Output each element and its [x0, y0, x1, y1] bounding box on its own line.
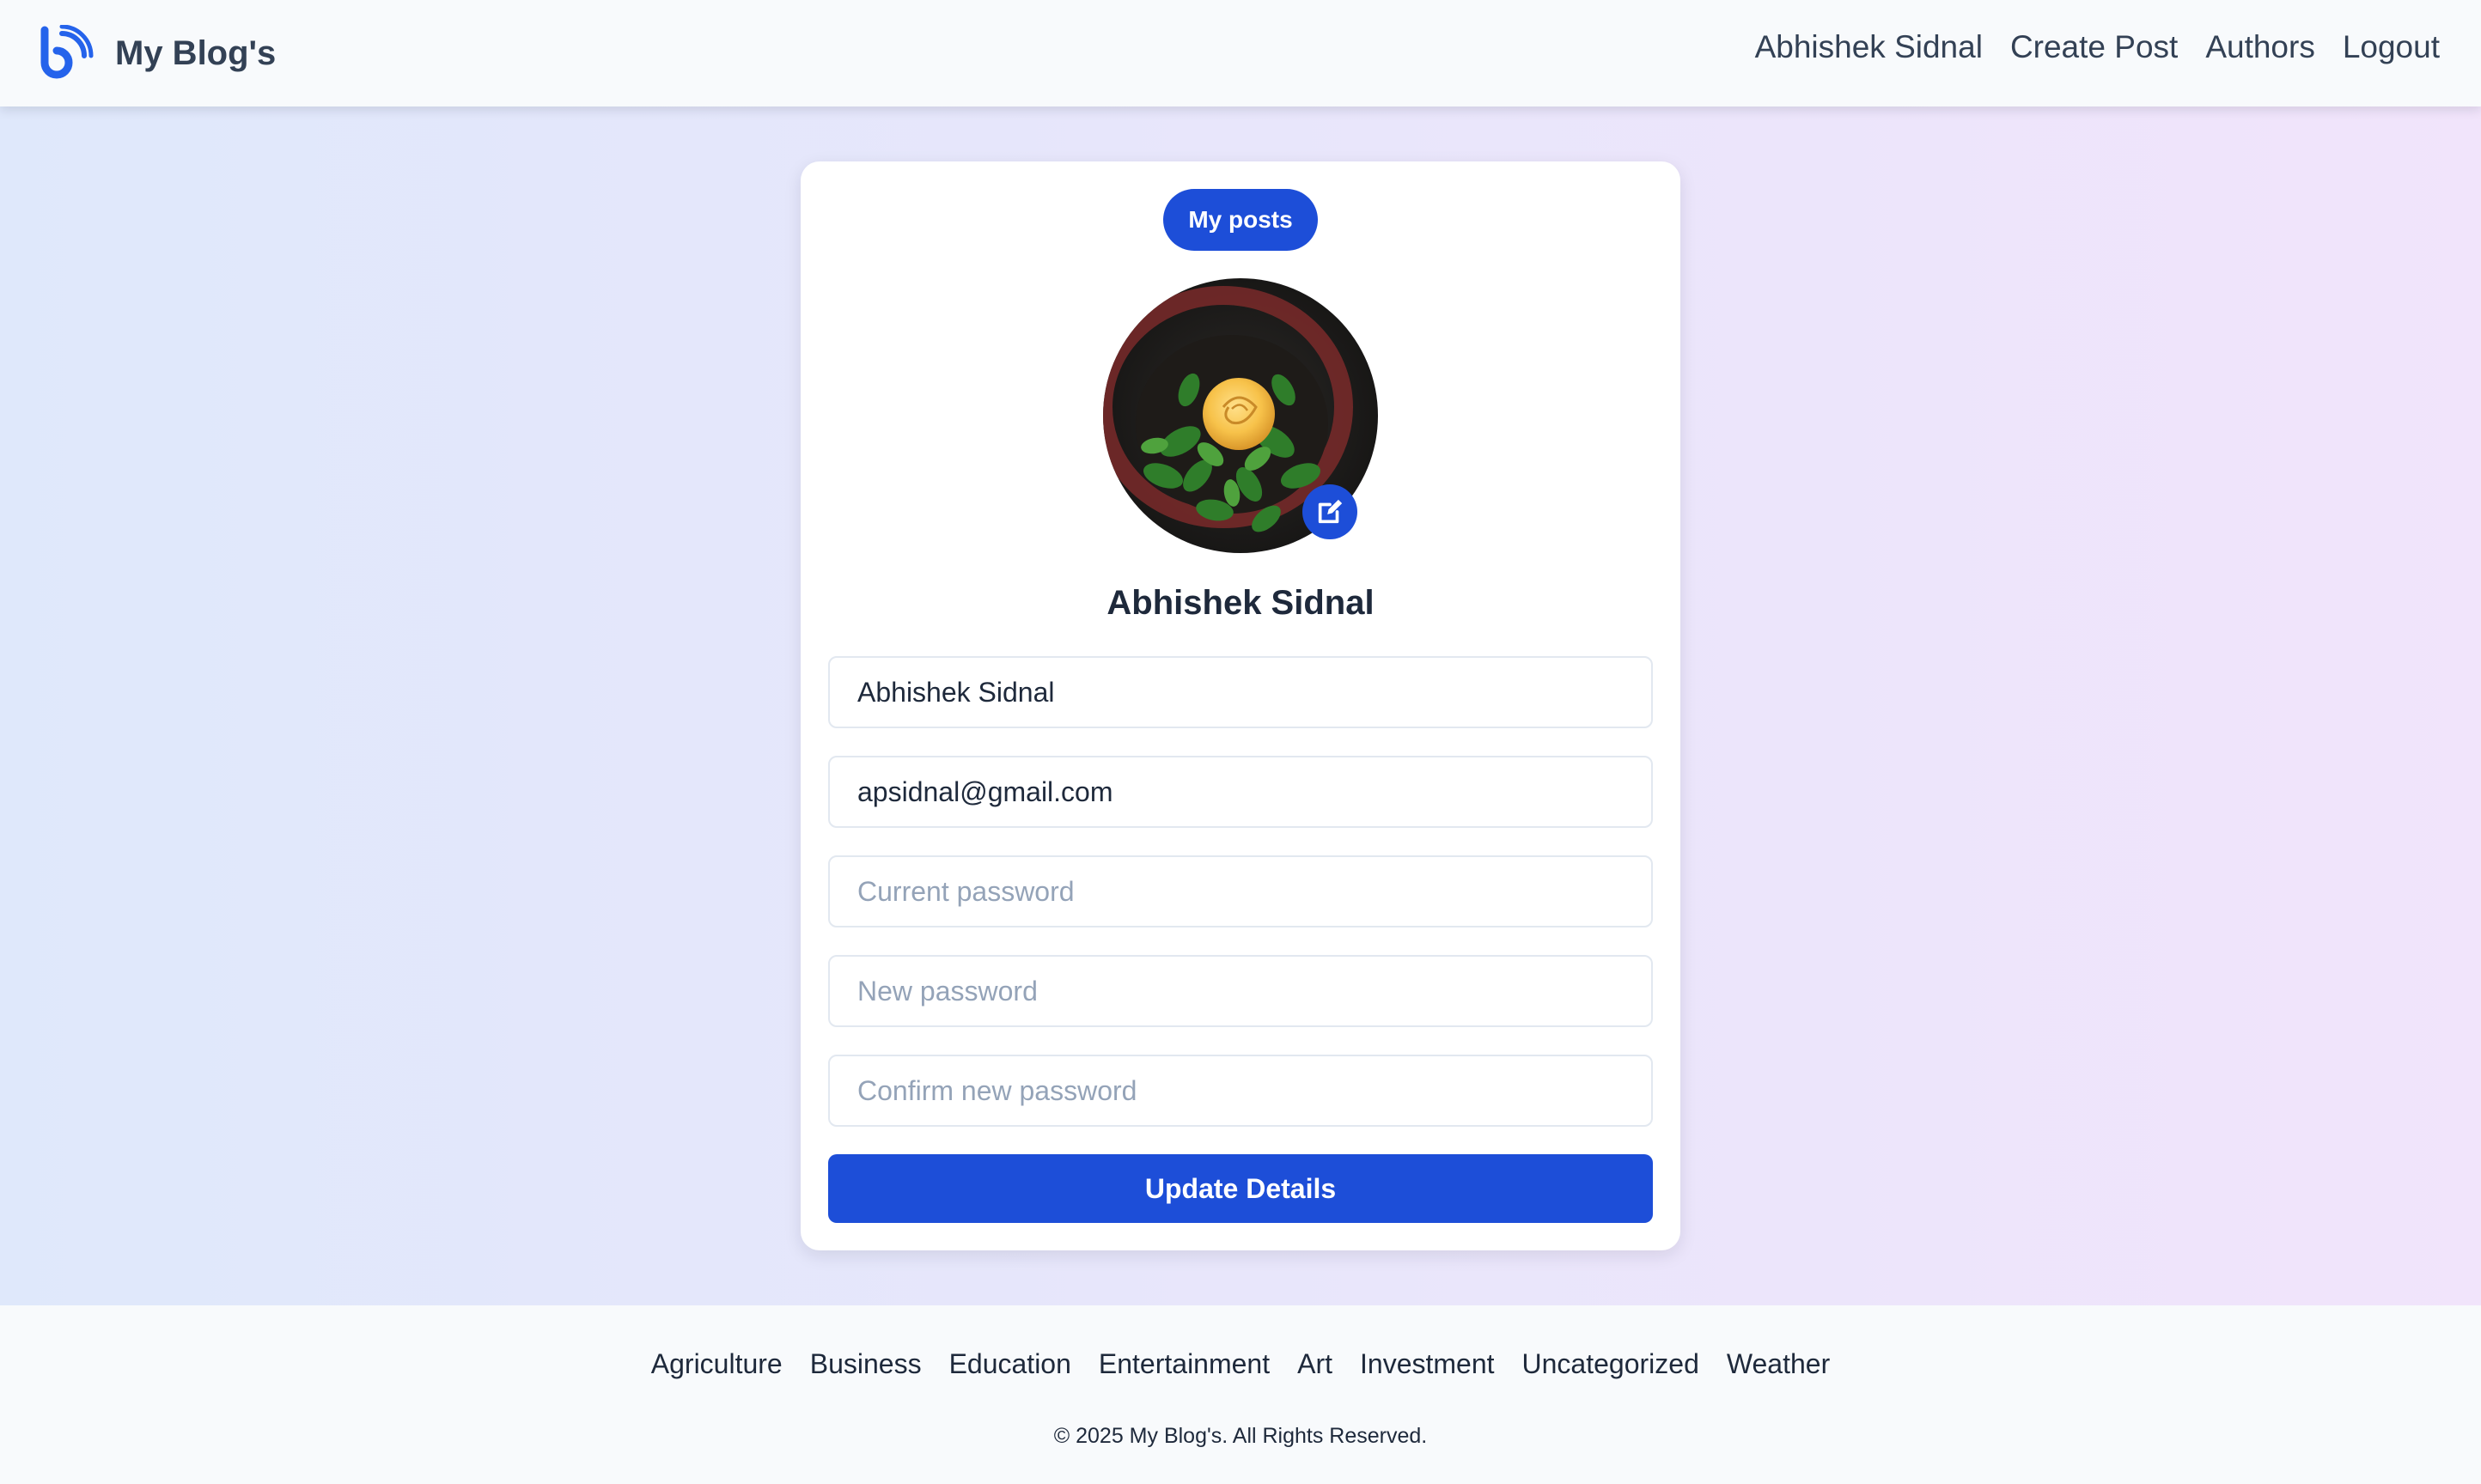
category-art[interactable]: Art [1297, 1348, 1332, 1380]
category-entertainment[interactable]: Entertainment [1099, 1348, 1270, 1380]
nav-create-post-link[interactable]: Create Post [2010, 29, 2178, 65]
site-footer: Agriculture Business Education Entertain… [0, 1305, 2481, 1484]
blog-logo-icon [40, 25, 94, 79]
category-weather[interactable]: Weather [1727, 1348, 1830, 1380]
nav-profile-link[interactable]: Abhishek Sidnal [1755, 29, 1983, 65]
category-agriculture[interactable]: Agriculture [651, 1348, 783, 1380]
current-password-field[interactable] [828, 855, 1653, 928]
new-password-field[interactable] [828, 955, 1653, 1027]
name-field[interactable] [828, 656, 1653, 728]
edit-avatar-button[interactable] [1302, 484, 1357, 539]
category-investment[interactable]: Investment [1360, 1348, 1495, 1380]
confirm-password-field[interactable] [828, 1055, 1653, 1127]
update-details-button[interactable]: Update Details [828, 1154, 1653, 1223]
copyright-text: © 2025 My Blog's. All Rights Reserved. [1053, 1424, 1428, 1448]
nav-logout-link[interactable]: Logout [2343, 29, 2440, 65]
profile-card: My posts Abhishek Sidnal Abhishek Sidnal… [801, 161, 1680, 1250]
category-education[interactable]: Education [949, 1348, 1071, 1380]
avatar-container [1103, 278, 1378, 553]
nav-authors-link[interactable]: Authors [2205, 29, 2315, 65]
my-posts-button[interactable]: My posts [1163, 189, 1318, 251]
category-links: Agriculture Business Education Entertain… [0, 1348, 2481, 1380]
edit-icon [1318, 499, 1343, 524]
site-header: My Blog's Abhishek Sidnal Create Post Au… [0, 0, 2481, 106]
category-business[interactable]: Business [810, 1348, 922, 1380]
brand-name: My Blog's [115, 33, 277, 72]
brand[interactable]: My Blog's [38, 22, 276, 84]
main-nav: Abhishek Sidnal Create Post Authors Logo… [1755, 29, 2440, 65]
email-field[interactable] [828, 756, 1653, 828]
category-uncategorized[interactable]: Uncategorized [1522, 1348, 1699, 1380]
profile-name: Abhishek Sidnal [1106, 584, 1375, 622]
